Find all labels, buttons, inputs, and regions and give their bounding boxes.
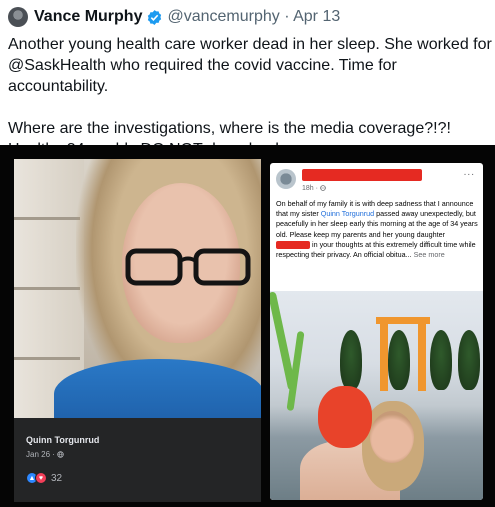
tagged-name-link[interactable]: Quinn Torgunrud	[321, 209, 374, 218]
tweet-header: Vance Murphy @vancemurphy · Apr 13	[8, 6, 340, 28]
post-time: 18h ·	[302, 185, 326, 192]
facebook-photo-card: Quinn Torgunrud Jan 26 · ▲ ♥ 32	[14, 159, 261, 502]
author-avatar[interactable]	[8, 7, 28, 27]
post-date-text: Jan 26 ·	[26, 450, 58, 459]
author-handle-date[interactable]: @vancemurphy · Apr 13	[167, 8, 340, 26]
post-date: Jan 26 ·	[26, 450, 64, 459]
more-options-icon[interactable]: ...	[464, 167, 475, 178]
profile-photo	[14, 159, 261, 418]
love-reaction-icon: ♥	[35, 472, 47, 484]
globe-icon	[57, 451, 64, 458]
redacted-name	[302, 169, 422, 181]
redacted-child-face	[318, 386, 372, 448]
tweet-text: Another young health care worker dead in…	[8, 34, 492, 160]
post-text: On behalf of my family it is with deep s…	[276, 199, 479, 260]
see-more-link[interactable]: See more	[414, 250, 445, 259]
reactions-summary[interactable]: ▲ ♥ 32	[26, 472, 62, 484]
post-time-text: 18h ·	[302, 185, 320, 192]
shirt	[54, 359, 261, 418]
author-name[interactable]: Vance Murphy	[34, 8, 142, 26]
reaction-count: 32	[51, 472, 63, 484]
verified-badge-icon	[148, 9, 162, 25]
tweet-paragraph-1: Another young health care worker dead in…	[8, 36, 492, 95]
post-author-name[interactable]: Quinn Torgunrud	[26, 435, 99, 445]
woman-face	[370, 411, 414, 463]
post-photo	[270, 291, 483, 500]
globe-icon	[320, 185, 326, 191]
facebook-post-card: 18h · ... On behalf of my family it is w…	[270, 163, 483, 500]
glasses-icon	[125, 248, 251, 286]
poster-avatar	[276, 169, 296, 189]
tweet-media[interactable]: Quinn Torgunrud Jan 26 · ▲ ♥ 32 18h · ..…	[0, 145, 495, 507]
redacted-daughter-name	[276, 240, 310, 249]
